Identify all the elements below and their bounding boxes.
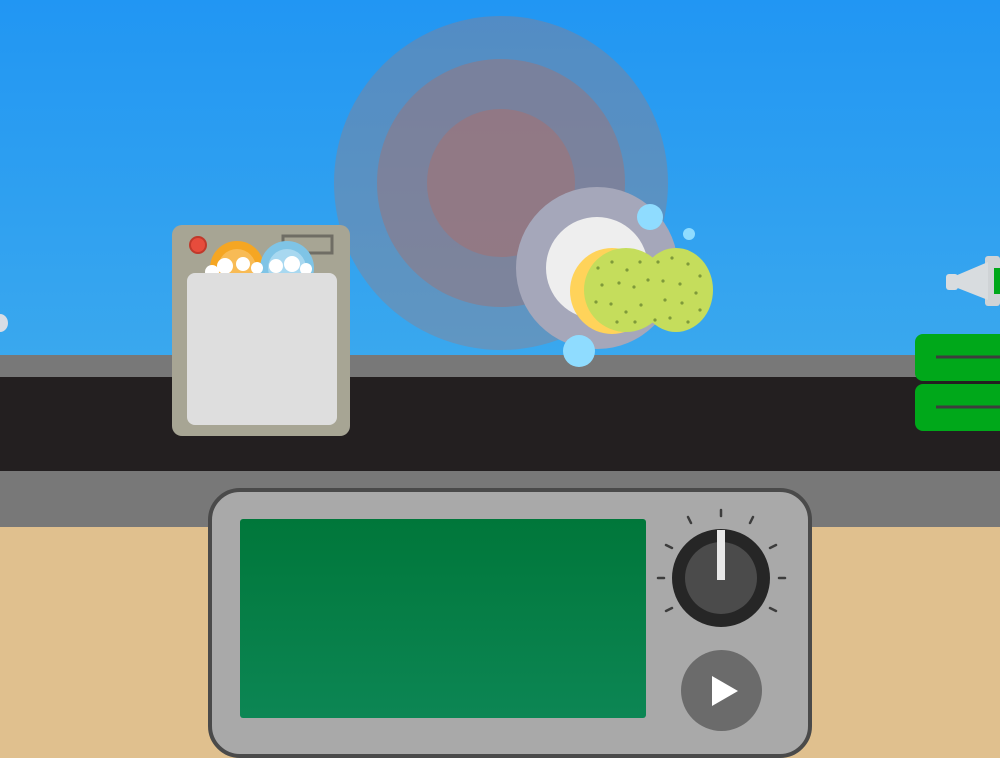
play-icon	[712, 676, 738, 706]
dial-knob-icon[interactable]	[656, 508, 787, 627]
play-button[interactable]	[681, 650, 762, 731]
dial-knob[interactable]	[0, 0, 1000, 750]
